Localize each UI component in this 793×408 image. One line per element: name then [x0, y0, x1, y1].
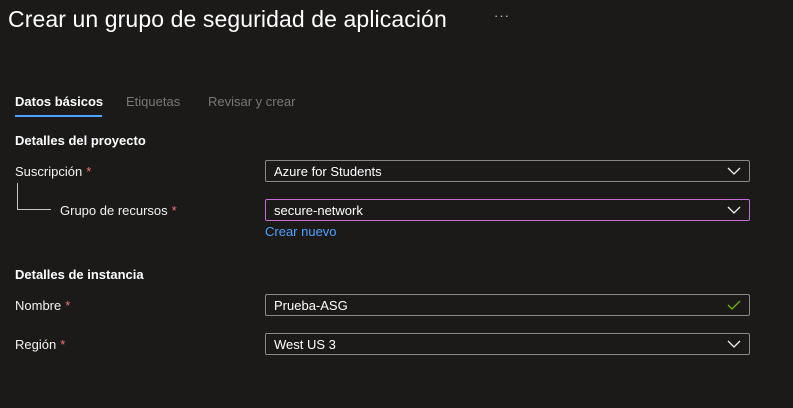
checkmark-icon [727, 300, 741, 310]
subscription-label: Suscripción * [15, 164, 91, 179]
tree-connector-vertical [17, 183, 18, 209]
page-title: Crear un grupo de seguridad de aplicació… [8, 6, 447, 32]
resource-group-label-text: Grupo de recursos [60, 203, 168, 218]
create-new-link[interactable]: Crear nuevo [265, 224, 337, 239]
more-options-button[interactable]: ··· [494, 8, 510, 23]
subscription-value: Azure for Students [274, 164, 382, 179]
tab-basics[interactable]: Datos básicos [15, 94, 103, 109]
name-label-text: Nombre [15, 298, 62, 313]
name-value: Prueba-ASG [274, 298, 348, 313]
region-label-text: Región [15, 337, 57, 352]
tree-connector-horizontal [17, 209, 51, 210]
name-input[interactable]: Prueba-ASG [265, 294, 750, 316]
chevron-down-icon [727, 340, 741, 348]
chevron-down-icon [727, 206, 741, 214]
tab-review-create[interactable]: Revisar y crear [208, 94, 295, 109]
create-asg-page: Crear un grupo de seguridad de aplicació… [0, 0, 793, 408]
required-asterisk: * [65, 298, 71, 313]
resource-group-label: Grupo de recursos * [60, 203, 177, 218]
project-details-heading: Detalles del proyecto [15, 133, 146, 148]
resource-group-value: secure-network [274, 203, 363, 218]
active-tab-indicator [15, 115, 102, 117]
subscription-label-text: Suscripción [15, 164, 83, 179]
region-value: West US 3 [274, 337, 336, 352]
region-dropdown[interactable]: West US 3 [265, 333, 750, 355]
chevron-down-icon [727, 167, 741, 175]
name-label: Nombre * [15, 298, 70, 313]
region-label: Región * [15, 337, 65, 352]
required-asterisk: * [86, 164, 92, 179]
tab-tags[interactable]: Etiquetas [126, 94, 180, 109]
resource-group-dropdown[interactable]: secure-network [265, 199, 750, 221]
instance-details-heading: Detalles de instancia [15, 267, 144, 282]
required-asterisk: * [60, 337, 66, 352]
subscription-dropdown[interactable]: Azure for Students [265, 160, 750, 182]
required-asterisk: * [171, 203, 177, 218]
